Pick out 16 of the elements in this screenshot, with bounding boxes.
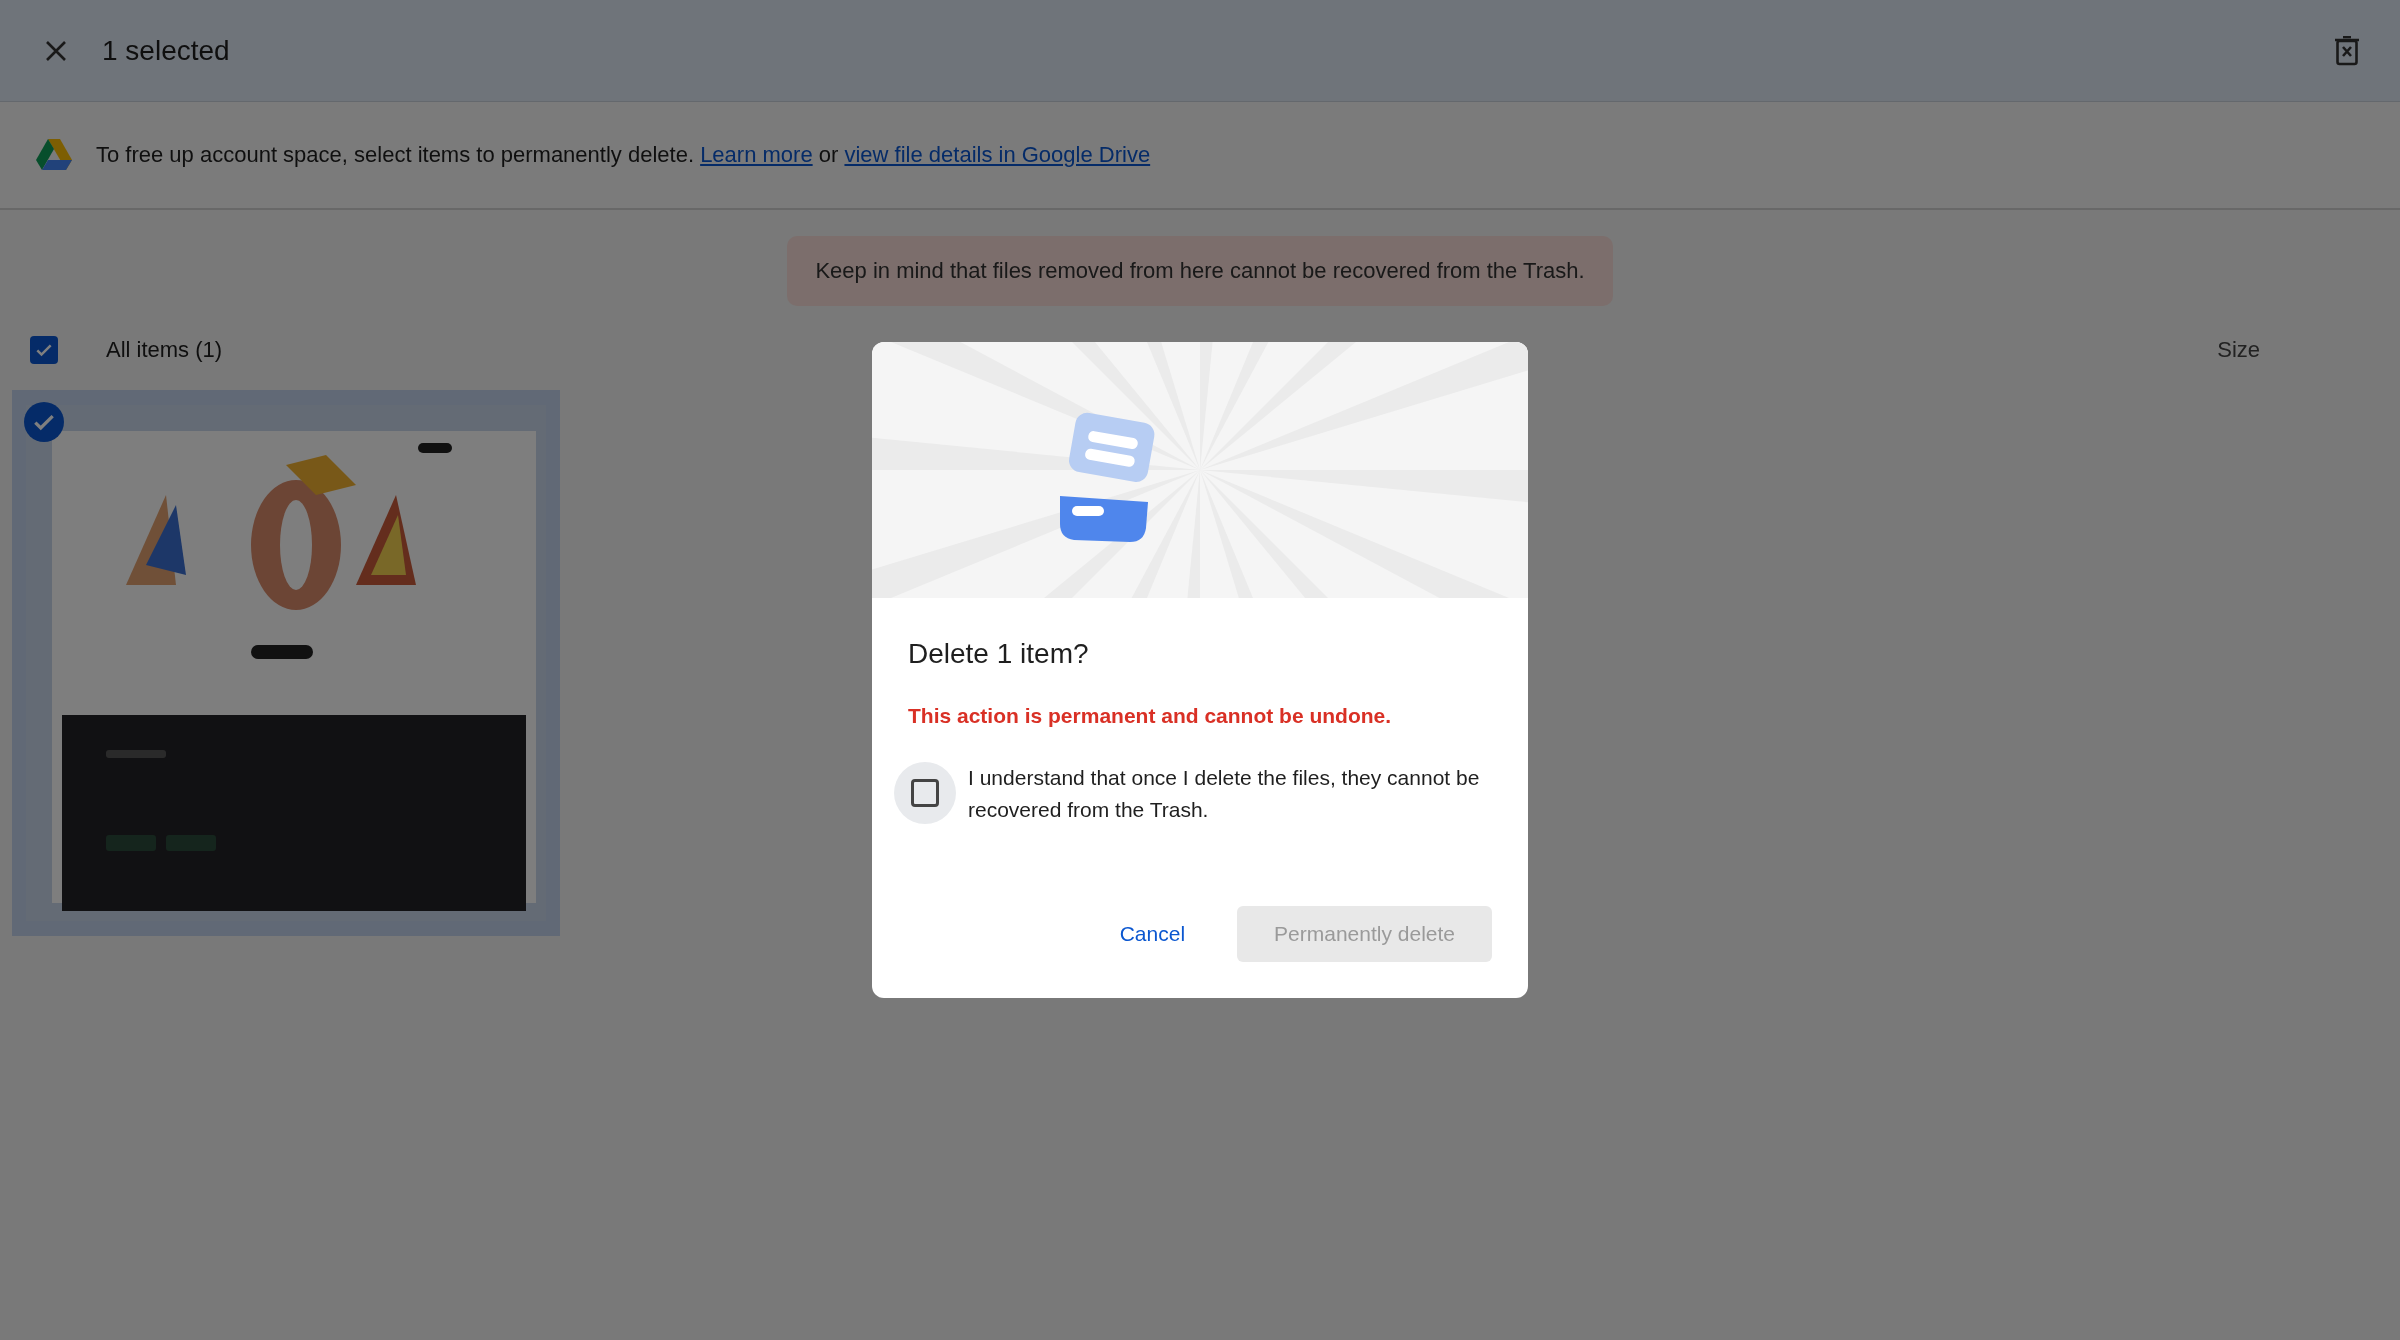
confirm-text: I understand that once I delete the files, they cannot be recovered from the Trash. — [968, 765, 1481, 823]
trash-icon — [2334, 35, 2360, 66]
dialog-title: Delete 1 item? — [908, 638, 1090, 670]
info-link[interactable]: view file details in Google Drive — [844, 142, 1151, 167]
info-link[interactable]: Learn more — [700, 142, 813, 167]
select-all-checkbox[interactable] — [30, 336, 58, 364]
selection-count: 1 selected — [102, 34, 231, 67]
all-items-label: All items (1) — [106, 337, 224, 363]
drive-logo-icon — [36, 139, 72, 171]
info-text: To free up account space, select items to permanently delete. Learn more or view file details in Google Drive — [96, 142, 1151, 168]
cancel-button[interactable]: Cancel — [1103, 906, 1202, 962]
size-column-header: Size — [2217, 337, 2260, 363]
notice-banner: Keep in mind that files removed from here cannot be recovered from the Trash. — [787, 236, 1613, 306]
close-icon — [44, 38, 68, 63]
warning-text: This action is permanent and cannot be undone. — [908, 704, 1393, 728]
selected-check-icon[interactable] — [24, 402, 64, 442]
